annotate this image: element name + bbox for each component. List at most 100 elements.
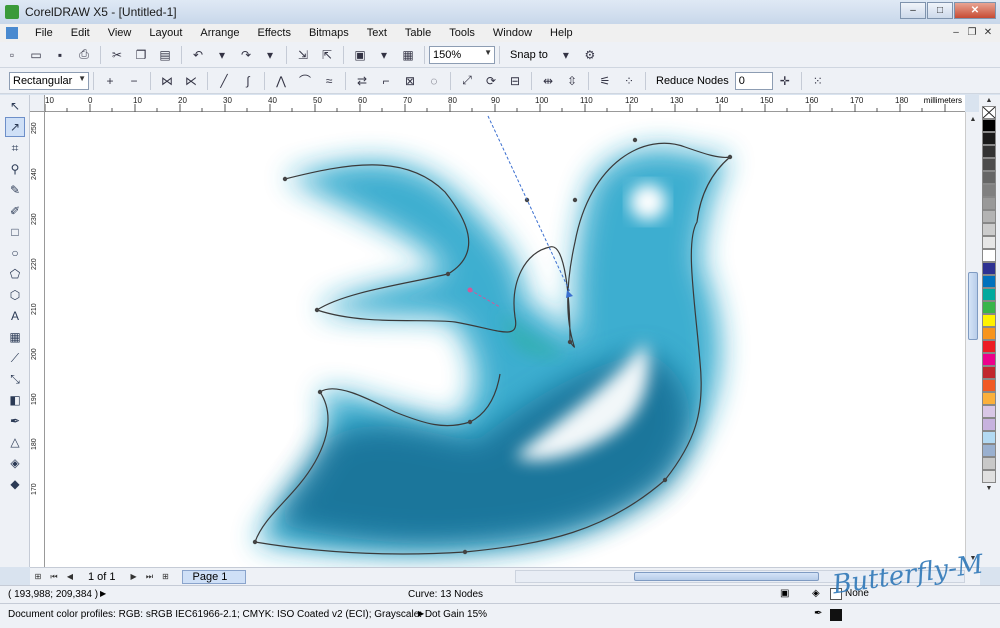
color-swatch[interactable] bbox=[982, 405, 996, 418]
menu-table[interactable]: Table bbox=[396, 27, 440, 39]
zoom-tool-icon[interactable]: ⚲ bbox=[5, 159, 25, 179]
rotate-nodes-icon[interactable]: ⟳ bbox=[481, 72, 501, 90]
menu-effects[interactable]: Effects bbox=[249, 27, 300, 39]
table-tool-icon[interactable]: ▦ bbox=[5, 327, 25, 347]
undo-icon[interactable]: ↶ bbox=[188, 46, 208, 64]
doc-minimize-button[interactable]: – bbox=[948, 26, 964, 40]
break-curve-icon[interactable]: ⋉ bbox=[181, 72, 201, 90]
select-all-icon[interactable]: ⁙ bbox=[808, 72, 828, 90]
vertical-scrollbar[interactable]: ▲ ▼ bbox=[965, 112, 979, 567]
ellipse-tool-icon[interactable]: ○ bbox=[5, 243, 25, 263]
basic-shapes-tool-icon[interactable]: ⬡ bbox=[5, 285, 25, 305]
dimension-tool-icon[interactable]: ⟋ bbox=[5, 348, 25, 368]
align-nodes-icon[interactable]: ⊟ bbox=[505, 72, 525, 90]
eyedropper-tool-icon[interactable]: ✒ bbox=[5, 411, 25, 431]
menu-tools[interactable]: Tools bbox=[440, 27, 484, 39]
convert-to-curve-icon[interactable]: ∫ bbox=[238, 72, 258, 90]
menu-arrange[interactable]: Arrange bbox=[191, 27, 248, 39]
lock-icon[interactable]: ▣ bbox=[780, 588, 789, 599]
color-swatch[interactable] bbox=[982, 340, 996, 353]
vertical-scroll-thumb[interactable] bbox=[968, 272, 978, 340]
color-swatch[interactable] bbox=[982, 379, 996, 392]
color-swatch[interactable] bbox=[982, 366, 996, 379]
document-icon[interactable] bbox=[6, 27, 18, 39]
color-swatch[interactable] bbox=[982, 262, 996, 275]
profiles-expand-icon[interactable]: ▶ bbox=[418, 609, 424, 618]
extend-curve-icon[interactable]: ⌐ bbox=[376, 72, 396, 90]
symmetrical-node-icon[interactable]: ≈ bbox=[319, 72, 339, 90]
color-swatch[interactable] bbox=[982, 210, 996, 223]
next-page-icon[interactable]: ▶ bbox=[127, 570, 141, 584]
close-button[interactable]: ✕ bbox=[954, 2, 996, 19]
interactive-blend-tool-icon[interactable]: ◧ bbox=[5, 390, 25, 410]
color-swatch[interactable] bbox=[982, 353, 996, 366]
redo-dropdown-icon[interactable]: ▾ bbox=[260, 46, 280, 64]
bird-artwork[interactable] bbox=[45, 112, 965, 567]
previous-page-icon[interactable]: ◀ bbox=[63, 570, 77, 584]
mirror-horizontal-icon[interactable]: ⇹ bbox=[538, 72, 558, 90]
options-icon[interactable]: ⚙ bbox=[580, 46, 600, 64]
save-icon[interactable]: ▪ bbox=[50, 46, 70, 64]
ruler-origin[interactable] bbox=[30, 95, 45, 112]
color-swatch[interactable] bbox=[982, 314, 996, 327]
color-swatch[interactable] bbox=[982, 275, 996, 288]
delete-node-icon[interactable]: − bbox=[124, 72, 144, 90]
smart-fill-tool-icon[interactable]: ✐ bbox=[5, 201, 25, 221]
color-swatch[interactable] bbox=[982, 184, 996, 197]
launcher-dropdown-icon[interactable]: ▾ bbox=[374, 46, 394, 64]
connector-tool-icon[interactable]: ⤡ bbox=[5, 369, 25, 389]
cut-icon[interactable]: ✂ bbox=[107, 46, 127, 64]
freehand-tool-icon[interactable]: ✎ bbox=[5, 180, 25, 200]
join-nodes-icon[interactable]: ⋈ bbox=[157, 72, 177, 90]
color-swatch[interactable] bbox=[982, 470, 996, 483]
outline-tool-icon[interactable]: △ bbox=[5, 432, 25, 452]
maximize-button[interactable]: □ bbox=[927, 2, 953, 19]
drawing-canvas[interactable] bbox=[45, 112, 965, 567]
smooth-node-icon[interactable]: ⌒ bbox=[295, 72, 315, 90]
open-folder-icon[interactable]: ▭ bbox=[26, 46, 46, 64]
menu-window[interactable]: Window bbox=[484, 27, 541, 39]
add-node-icon[interactable]: + bbox=[100, 72, 120, 90]
add-page-icon[interactable]: ⊞ bbox=[31, 570, 45, 584]
bitmap-bird-image[interactable] bbox=[255, 148, 730, 554]
selection-mode-combo[interactable]: Rectangular ▼ bbox=[9, 71, 89, 90]
coreldraw-app-icon[interactable] bbox=[5, 5, 19, 19]
outline-swatch[interactable] bbox=[830, 609, 842, 621]
reduce-nodes-input[interactable]: 0 bbox=[734, 71, 773, 90]
menu-help[interactable]: Help bbox=[541, 27, 582, 39]
color-swatch[interactable] bbox=[982, 171, 996, 184]
color-swatch[interactable] bbox=[982, 132, 996, 145]
mirror-vertical-icon[interactable]: ⇳ bbox=[562, 72, 582, 90]
doc-restore-button[interactable]: ❐ bbox=[964, 26, 980, 40]
color-swatch[interactable] bbox=[982, 197, 996, 210]
new-document-icon[interactable]: ▫ bbox=[2, 46, 22, 64]
shape-tool-icon[interactable]: ↗ bbox=[5, 117, 25, 137]
color-swatch[interactable] bbox=[982, 288, 996, 301]
doc-close-button[interactable]: ✕ bbox=[980, 26, 996, 40]
menu-layout[interactable]: Layout bbox=[140, 27, 191, 39]
paste-icon[interactable]: ▤ bbox=[155, 46, 175, 64]
color-swatch[interactable] bbox=[982, 145, 996, 158]
crop-tool-icon[interactable]: ⌗ bbox=[5, 138, 25, 158]
snap-to-dropdown[interactable]: Snap to bbox=[510, 49, 548, 61]
elastic-mode-icon[interactable]: ⚟ bbox=[595, 72, 615, 90]
extract-subpath-icon[interactable]: ⊠ bbox=[400, 72, 420, 90]
scroll-up-icon[interactable]: ▲ bbox=[967, 114, 979, 126]
color-swatch[interactable] bbox=[982, 158, 996, 171]
polygon-tool-icon[interactable]: ⬠ bbox=[5, 264, 25, 284]
color-swatch[interactable] bbox=[982, 223, 996, 236]
export-icon[interactable]: ⇱ bbox=[317, 46, 337, 64]
application-launcher-icon[interactable]: ▣ bbox=[350, 46, 370, 64]
color-swatch[interactable] bbox=[982, 249, 996, 262]
menu-view[interactable]: View bbox=[99, 27, 141, 39]
convert-to-line-icon[interactable]: ╱ bbox=[214, 72, 234, 90]
close-curve-icon[interactable]: ◌ bbox=[424, 72, 444, 90]
horizontal-ruler[interactable]: 10 0 10 20 30 40 50 60 70 80 90 100 110 … bbox=[45, 95, 965, 112]
add-page-after-icon[interactable]: ⊞ bbox=[159, 570, 173, 584]
coords-expand-icon[interactable]: ▶ bbox=[100, 589, 106, 598]
color-swatch[interactable] bbox=[982, 431, 996, 444]
menu-text[interactable]: Text bbox=[358, 27, 396, 39]
text-tool-icon[interactable]: A bbox=[5, 306, 25, 326]
minimize-button[interactable]: – bbox=[900, 2, 926, 19]
color-swatch[interactable] bbox=[982, 392, 996, 405]
